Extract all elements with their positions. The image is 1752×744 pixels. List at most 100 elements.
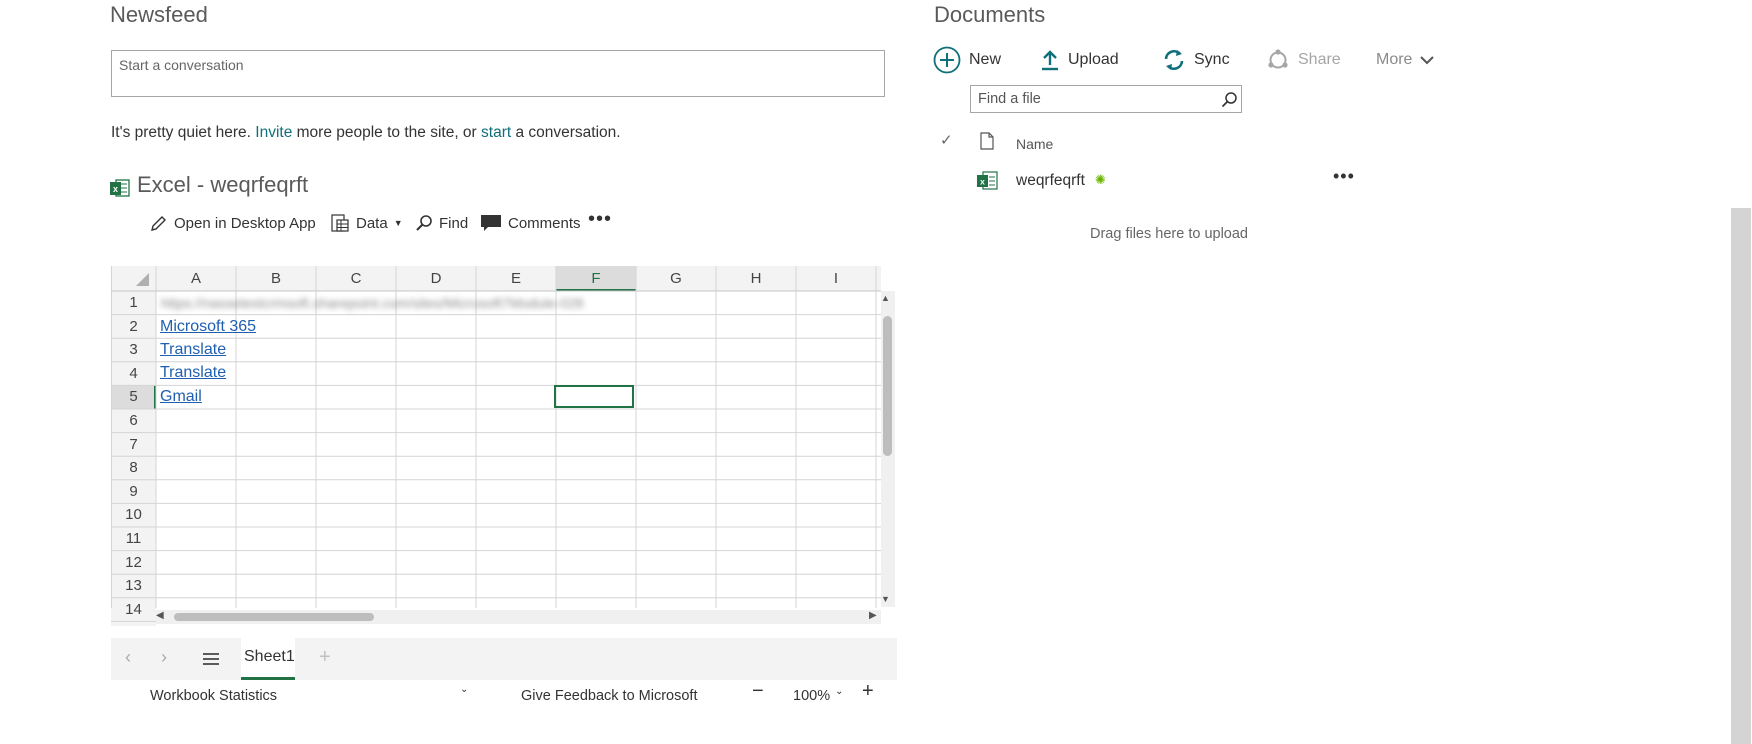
column-header-i[interactable]: I [796, 270, 876, 287]
share-label: Share [1298, 51, 1341, 68]
previous-sheet-icon[interactable]: ‹ [125, 647, 131, 668]
documents-title: Documents [934, 2, 1046, 27]
row-header-14[interactable]: 14 [111, 601, 156, 618]
status-bar: Workbook Statistics ⌄ Give Feedback to M… [111, 680, 897, 710]
zoom-out-icon[interactable]: − [752, 680, 764, 703]
workbook-statistics-button[interactable]: Workbook Statistics [150, 688, 277, 704]
drag-files-hint: Drag files here to upload [1090, 226, 1248, 242]
find-file-input[interactable]: Find a file [970, 85, 1242, 113]
name-column-header[interactable]: Name [1016, 136, 1053, 152]
scroll-right-icon[interactable]: ▶ [869, 610, 877, 621]
file-name-link[interactable]: weqrfeqrft [1016, 172, 1085, 190]
row-header-6[interactable]: 6 [111, 412, 156, 429]
open-desktop-app-label: Open in Desktop App [174, 214, 316, 232]
pencil-icon [151, 216, 166, 231]
all-sheets-menu-icon[interactable] [203, 652, 219, 666]
add-circle-icon [933, 46, 961, 74]
scroll-left-icon[interactable]: ◀ [156, 610, 164, 621]
column-header-e[interactable]: E [476, 270, 556, 287]
sheet-tab-label: Sheet1 [244, 648, 295, 665]
svg-text:x: x [113, 184, 118, 194]
cell-a3-link[interactable]: Translate [160, 341, 226, 359]
row-header-1[interactable]: 1 [111, 294, 156, 311]
column-header-a[interactable]: A [156, 270, 236, 287]
give-feedback-link[interactable]: Give Feedback to Microsoft [521, 688, 698, 704]
conversation-placeholder: Start a conversation [119, 57, 244, 73]
excel-icon: x [110, 179, 130, 197]
column-header-f[interactable]: F [556, 270, 636, 287]
more-menu-button[interactable]: More [1376, 45, 1435, 75]
invite-link[interactable]: Invite [255, 124, 292, 141]
column-header-c[interactable]: C [316, 270, 396, 287]
row-header-4[interactable]: 4 [111, 365, 156, 382]
statistics-chevron-down-icon[interactable]: ⌄ [460, 684, 468, 695]
row-header-3[interactable]: 3 [111, 341, 156, 358]
excel-file-icon: x [977, 171, 998, 190]
quiet-message: It's pretty quiet here. Invite more peop… [111, 124, 621, 142]
page-scroll-thumb[interactable] [1731, 208, 1751, 744]
upload-label: Upload [1068, 51, 1119, 68]
cell-a4-link[interactable]: Translate [160, 364, 226, 382]
scroll-down-icon[interactable]: ▼ [881, 594, 890, 604]
row-header-10[interactable]: 10 [111, 506, 156, 523]
cell-a5-link[interactable]: Gmail [160, 388, 202, 406]
add-sheet-icon[interactable]: + [319, 646, 331, 669]
sync-button[interactable]: Sync [1162, 45, 1230, 75]
sheet-tab-sheet1[interactable]: Sheet1 [241, 638, 295, 680]
zoom-in-icon[interactable]: + [862, 680, 874, 703]
zoom-level[interactable]: 100% [793, 688, 830, 704]
find-button[interactable]: Find [415, 212, 468, 234]
row-header-5[interactable]: 5 [111, 388, 156, 405]
upload-button[interactable]: Upload [1040, 45, 1119, 75]
data-menu-button[interactable]: Data ▼ [330, 212, 403, 234]
column-header-d[interactable]: D [396, 270, 476, 287]
comment-icon [481, 215, 501, 231]
row-header-13[interactable]: 13 [111, 577, 156, 594]
new-document-button[interactable]: New [933, 45, 1001, 75]
column-header-b[interactable]: B [236, 270, 316, 287]
row-header-2[interactable]: 2 [111, 318, 156, 335]
new-label: New [969, 51, 1002, 68]
column-header-h[interactable]: H [716, 270, 796, 287]
new-file-badge-icon: ✺ [1095, 172, 1106, 187]
search-icon[interactable] [1221, 91, 1238, 108]
share-icon [1268, 49, 1288, 69]
scroll-up-icon[interactable]: ▲ [881, 293, 890, 303]
row-header-12[interactable]: 12 [111, 554, 156, 571]
column-header-g[interactable]: G [636, 270, 716, 287]
vertical-scrollbar[interactable]: ▲ ▼ [881, 291, 895, 607]
sheet-tab-bar: ‹ › Sheet1 + [111, 638, 897, 680]
svg-text:x: x [980, 177, 985, 187]
comments-label: Comments [508, 214, 581, 232]
sync-icon [1164, 50, 1184, 70]
comments-button[interactable]: Comments [480, 212, 581, 234]
find-label: Find [439, 214, 469, 232]
vertical-scroll-thumb[interactable] [883, 316, 892, 456]
row-header-11[interactable]: 11 [111, 530, 156, 547]
start-link[interactable]: start [481, 124, 511, 141]
share-button[interactable]: Share [1266, 45, 1341, 75]
open-desktop-app-button[interactable]: Open in Desktop App [150, 212, 316, 234]
zoom-chevron-down-icon[interactable]: ⌄ [835, 686, 843, 697]
data-menu-label: Data [356, 214, 388, 232]
row-header-7[interactable]: 7 [111, 436, 156, 453]
next-sheet-icon[interactable]: › [161, 647, 167, 668]
select-all-check-icon[interactable]: ✓ [940, 131, 953, 149]
chevron-down-icon: ▼ [393, 218, 403, 228]
cell-a1[interactable]: https://nassetestcrmsoft.sharepoint.com/… [161, 295, 584, 311]
horizontal-scroll-thumb[interactable] [174, 613, 374, 621]
excel-title: Excel - weqrfeqrft [137, 172, 309, 197]
row-header-9[interactable]: 9 [111, 483, 156, 500]
spreadsheet-grid[interactable]: ABCDEFGHI 1 2 3 4 5 6 7 8 9 10 11 12 13 14 https://na… [111, 266, 897, 626]
file-more-options-ellipsis-icon[interactable]: ••• [1333, 166, 1355, 187]
search-icon [416, 215, 432, 231]
horizontal-scrollbar[interactable]: ◀ ▶ [156, 610, 881, 624]
file-type-icon [980, 132, 994, 150]
cell-a2-link[interactable]: Microsoft 365 [160, 318, 256, 336]
quiet-text-middle: more people to the site, or [292, 124, 482, 141]
conversation-input[interactable]: Start a conversation [111, 50, 885, 97]
more-options-ellipsis-icon[interactable]: ••• [588, 208, 612, 230]
selected-cell[interactable] [554, 385, 634, 408]
sync-label: Sync [1194, 51, 1230, 68]
row-header-8[interactable]: 8 [111, 459, 156, 476]
